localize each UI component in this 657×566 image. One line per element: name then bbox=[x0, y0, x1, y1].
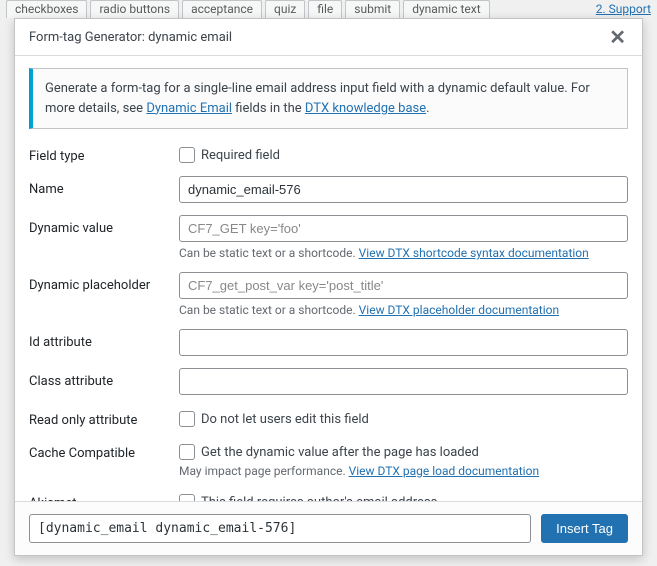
dynamic-value-helper: Can be static text or a shortcode. View … bbox=[179, 246, 628, 260]
bg-tab[interactable]: submit bbox=[345, 0, 400, 18]
cache-checkbox[interactable] bbox=[179, 444, 195, 460]
row-cache-compatible: Cache Compatible Get the dynamic value a… bbox=[29, 440, 628, 478]
readonly-text: Do not let users edit this field bbox=[201, 412, 369, 427]
dynamic-email-link[interactable]: Dynamic Email bbox=[146, 101, 232, 116]
row-dynamic-value: Dynamic value Can be static text or a sh… bbox=[29, 215, 628, 260]
form-tag-generator-modal: Form-tag Generator: dynamic email ✕ Gene… bbox=[14, 18, 643, 556]
bg-tab[interactable]: radio buttons bbox=[90, 0, 179, 18]
modal-body: Generate a form-tag for a single-line em… bbox=[15, 56, 642, 501]
bg-right-text: 2. Support bbox=[596, 2, 651, 16]
cache-checkbox-wrap[interactable]: Get the dynamic value after the page has… bbox=[179, 440, 628, 460]
helper-text: Can be static text or a shortcode. bbox=[179, 246, 359, 260]
label-readonly: Read only attribute bbox=[29, 407, 179, 428]
required-field-checkbox-wrap[interactable]: Required field bbox=[179, 143, 628, 163]
helper-text: Can be static text or a shortcode. bbox=[179, 303, 359, 317]
info-text-post: . bbox=[426, 101, 429, 116]
label-akismet: Akismet bbox=[29, 490, 179, 501]
info-box: Generate a form-tag for a single-line em… bbox=[29, 68, 628, 129]
bg-tab[interactable]: file bbox=[308, 0, 342, 18]
label-dynamic-value: Dynamic value bbox=[29, 215, 179, 236]
row-field-type: Field type Required field bbox=[29, 143, 628, 164]
required-field-checkbox[interactable] bbox=[179, 147, 195, 163]
bg-tab[interactable]: dynamic text bbox=[403, 0, 489, 18]
readonly-checkbox-wrap[interactable]: Do not let users edit this field bbox=[179, 407, 628, 427]
cache-text: Get the dynamic value after the page has… bbox=[201, 445, 479, 460]
helper-text: May impact page performance. bbox=[179, 464, 349, 478]
id-attribute-input[interactable] bbox=[179, 329, 628, 356]
akismet-checkbox-wrap[interactable]: This field requires author's email addre… bbox=[179, 490, 628, 501]
modal-title: Form-tag Generator: dynamic email bbox=[29, 30, 232, 45]
class-attribute-input[interactable] bbox=[179, 368, 628, 395]
bg-tab[interactable]: quiz bbox=[265, 0, 305, 18]
bg-tab[interactable]: acceptance bbox=[182, 0, 262, 18]
label-field-type: Field type bbox=[29, 143, 179, 164]
readonly-checkbox[interactable] bbox=[179, 411, 195, 427]
row-dynamic-placeholder: Dynamic placeholder Can be static text o… bbox=[29, 272, 628, 317]
label-dynamic-placeholder: Dynamic placeholder bbox=[29, 272, 179, 293]
dtx-knowledge-base-link[interactable]: DTX knowledge base bbox=[305, 101, 426, 116]
label-id-attribute: Id attribute bbox=[29, 329, 179, 350]
dynamic-placeholder-input[interactable] bbox=[179, 272, 628, 299]
bg-tab[interactable]: checkboxes bbox=[6, 0, 87, 18]
modal-header: Form-tag Generator: dynamic email ✕ bbox=[15, 19, 642, 56]
info-text-mid: fields in the bbox=[232, 101, 305, 116]
dtx-placeholder-doc-link[interactable]: View DTX placeholder documentation bbox=[359, 303, 559, 317]
tag-output-field[interactable] bbox=[29, 514, 531, 543]
background-tabs: checkboxes radio buttons acceptance quiz… bbox=[0, 0, 657, 18]
required-field-label: Required field bbox=[201, 148, 280, 163]
dynamic-placeholder-helper: Can be static text or a shortcode. View … bbox=[179, 303, 628, 317]
modal-footer: Insert Tag bbox=[15, 501, 642, 555]
support-link[interactable]: 2. Support bbox=[596, 2, 651, 16]
name-input[interactable] bbox=[179, 176, 628, 203]
dynamic-value-input[interactable] bbox=[179, 215, 628, 242]
row-id-attribute: Id attribute bbox=[29, 329, 628, 356]
akismet-checkbox[interactable] bbox=[179, 494, 195, 501]
row-akismet: Akismet This field requires author's ema… bbox=[29, 490, 628, 501]
label-class-attribute: Class attribute bbox=[29, 368, 179, 389]
row-name: Name bbox=[29, 176, 628, 203]
dtx-page-load-doc-link[interactable]: View DTX page load documentation bbox=[349, 464, 539, 478]
close-icon[interactable]: ✕ bbox=[607, 27, 628, 47]
row-readonly: Read only attribute Do not let users edi… bbox=[29, 407, 628, 428]
dtx-shortcode-syntax-link[interactable]: View DTX shortcode syntax documentation bbox=[359, 246, 589, 260]
row-class-attribute: Class attribute bbox=[29, 368, 628, 395]
insert-tag-button[interactable]: Insert Tag bbox=[541, 514, 628, 543]
label-cache-compatible: Cache Compatible bbox=[29, 440, 179, 461]
label-name: Name bbox=[29, 176, 179, 197]
cache-helper: May impact page performance. View DTX pa… bbox=[179, 464, 628, 478]
